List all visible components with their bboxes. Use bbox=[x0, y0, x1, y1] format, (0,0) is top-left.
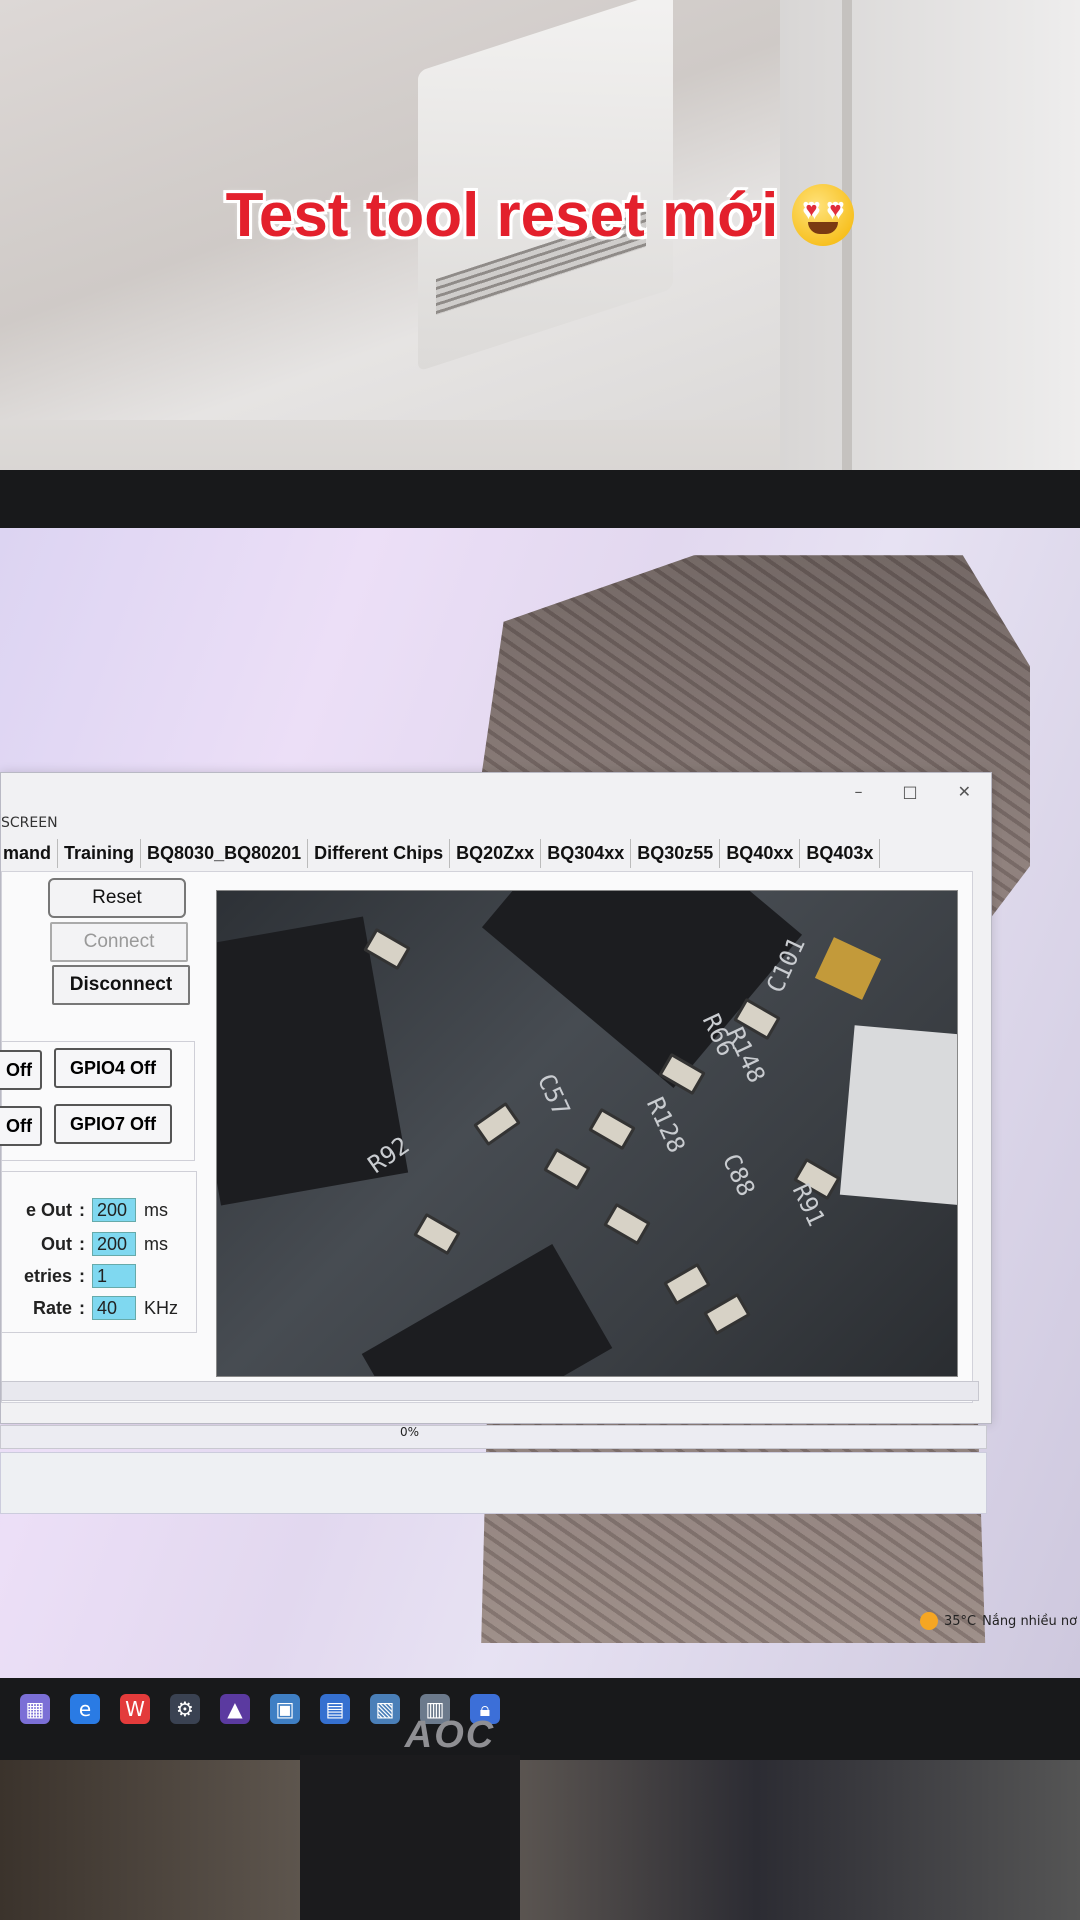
gpio-group: Off GPIO4 Off Off GPIO7 Off bbox=[0, 1041, 195, 1161]
heart-eye-icon: ♥ bbox=[829, 199, 842, 221]
emoji-mouth bbox=[808, 222, 839, 234]
heart-eye-icon: ♥ bbox=[805, 199, 818, 221]
heart-eyes-emoji-icon: ♥ ♥ bbox=[792, 184, 855, 246]
pcb-label: C88 bbox=[716, 1149, 761, 1201]
status-strip bbox=[1, 1381, 979, 1401]
rate-field[interactable]: 40 bbox=[92, 1296, 136, 1320]
tab-bar: mand Training BQ8030_BQ80201 Different C… bbox=[1, 835, 991, 871]
tab-training[interactable]: Training bbox=[58, 838, 142, 868]
timeout-field[interactable]: 200 bbox=[92, 1232, 136, 1256]
config-label: Out bbox=[41, 1233, 72, 1254]
pcb-chip bbox=[361, 1244, 613, 1376]
pcb-image: C101 R66 R148 R92 C57 R128 C88 R91 bbox=[216, 890, 958, 1377]
pcb-resistor bbox=[588, 1107, 636, 1151]
gpio4-toggle[interactable]: GPIO4 Off bbox=[54, 1048, 172, 1088]
config-row: Out : 200 ms bbox=[2, 1230, 168, 1258]
config-group: e Out : 200 ms Out : 200 ms etries : 1 R… bbox=[1, 1171, 197, 1333]
monitor-brand-logo: AOC bbox=[404, 1714, 496, 1756]
weather-icon bbox=[920, 1612, 938, 1630]
pcb-label: C57 bbox=[531, 1069, 576, 1121]
pcb-pad bbox=[839, 1025, 957, 1207]
config-colon: : bbox=[79, 1199, 85, 1220]
reset-button[interactable]: Reset bbox=[48, 878, 186, 918]
pcb-resistor bbox=[603, 1202, 651, 1246]
system-tray[interactable]: 35°C Nắng nhiều nơ bbox=[920, 1612, 1077, 1630]
config-unit: ms bbox=[144, 1199, 168, 1220]
tab-command[interactable]: mand bbox=[1, 838, 59, 868]
config-colon: : bbox=[79, 1265, 85, 1286]
progress-bar bbox=[0, 1425, 987, 1449]
tab-bq40xx[interactable]: BQ40xx bbox=[720, 838, 801, 868]
overlay-caption: Test tool reset mới ♥ ♥ bbox=[0, 180, 1080, 251]
pcb-resistor bbox=[413, 1212, 461, 1256]
caption-text: Test tool reset mới bbox=[225, 181, 779, 250]
config-label: e Out bbox=[25, 1199, 72, 1220]
tab-different-chips[interactable]: Different Chips bbox=[308, 838, 451, 868]
window-controls: – □ ✕ bbox=[854, 773, 971, 809]
weather-temp: 35°C bbox=[944, 1613, 977, 1629]
pcb-resistor bbox=[703, 1292, 751, 1336]
pcb-resistor bbox=[543, 1147, 591, 1191]
lower-pane bbox=[0, 1452, 987, 1514]
config-label: etries bbox=[23, 1265, 72, 1286]
monitor-stand bbox=[300, 1755, 520, 1920]
retries-field[interactable]: 1 bbox=[92, 1264, 136, 1288]
tab-bq304xx[interactable]: BQ304xx bbox=[541, 838, 632, 868]
pcb-capacitor bbox=[814, 937, 882, 1000]
close-icon[interactable]: ✕ bbox=[958, 782, 971, 801]
tab-bq403x[interactable]: BQ403x bbox=[800, 838, 881, 868]
gpio7-toggle[interactable]: GPIO7 Off bbox=[54, 1104, 172, 1144]
config-row: etries : 1 bbox=[2, 1262, 144, 1290]
config-unit: ms bbox=[144, 1233, 168, 1254]
config-unit: KHz bbox=[144, 1297, 179, 1318]
tab-bq20zxx[interactable]: BQ20Zxx bbox=[450, 838, 542, 868]
gpio-toggle-left-2[interactable]: Off bbox=[0, 1106, 42, 1146]
desk-floor bbox=[0, 1760, 1080, 1920]
pcb-resistor bbox=[473, 1101, 521, 1147]
tab-bq8030[interactable]: BQ8030_BQ80201 bbox=[141, 838, 309, 868]
config-label: Rate bbox=[32, 1297, 72, 1318]
config-colon: : bbox=[79, 1233, 85, 1254]
minimize-icon[interactable]: – bbox=[854, 782, 862, 801]
connect-button[interactable]: Connect bbox=[50, 922, 188, 962]
pcb-label: R128 bbox=[640, 1092, 691, 1158]
weather-text: Nắng nhiều nơ bbox=[982, 1613, 1078, 1629]
timeout-field[interactable]: 200 bbox=[92, 1198, 136, 1222]
config-row: Rate : 40 KHz bbox=[2, 1294, 178, 1322]
window-title: SCREEN bbox=[1, 815, 58, 831]
config-colon: : bbox=[79, 1297, 85, 1318]
pcb-resistor bbox=[663, 1262, 711, 1306]
config-row: e Out : 200 ms bbox=[2, 1196, 168, 1224]
progress-label: 0% bbox=[400, 1425, 420, 1439]
disconnect-button[interactable]: Disconnect bbox=[52, 965, 190, 1005]
tab-bq30z55[interactable]: BQ30z55 bbox=[631, 838, 721, 868]
maximize-icon[interactable]: □ bbox=[902, 782, 917, 801]
gpio-toggle-left-1[interactable]: Off bbox=[0, 1050, 42, 1090]
